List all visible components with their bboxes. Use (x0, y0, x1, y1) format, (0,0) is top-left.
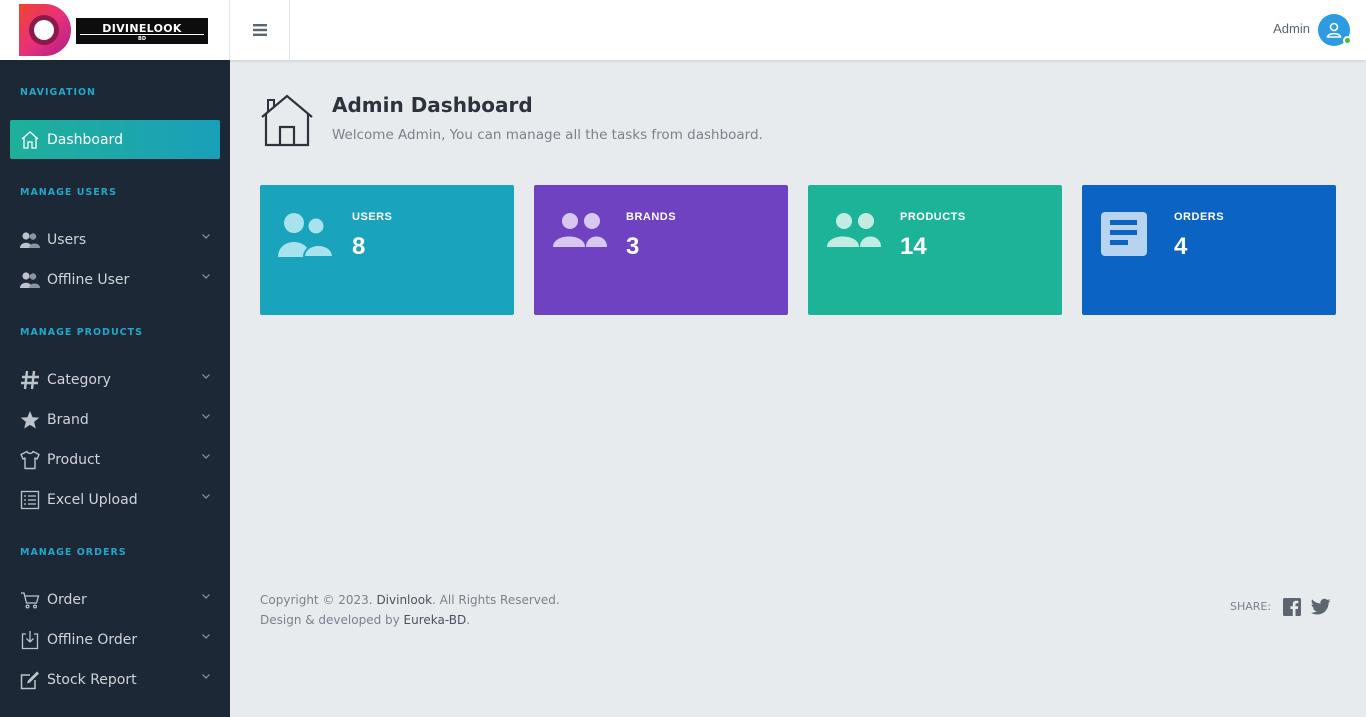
card-value: 3 (626, 233, 640, 260)
chevron-down-icon (202, 494, 210, 499)
menu-toggle-button[interactable] (230, 0, 290, 60)
sidebar: NAVIGATION Dashboard MANAGE USERS Users … (0, 60, 230, 717)
group-icon (553, 213, 607, 247)
logo[interactable]: DIVINELOOK BD (0, 0, 230, 60)
brand-link[interactable]: Divinlook (376, 593, 432, 607)
stat-card-users[interactable]: USERS 8 (260, 185, 514, 315)
sidebar-item-label: Users (47, 231, 87, 248)
edit-icon (20, 670, 42, 690)
share-label: SHARE: (1230, 600, 1272, 613)
copyright-suffix: . All Rights Reserved. (432, 593, 560, 607)
users-icon (20, 230, 42, 250)
nav-heading-manage-orders: MANAGE ORDERS (20, 547, 127, 558)
hamburger-icon (252, 24, 267, 36)
sidebar-item-product[interactable]: Product (10, 440, 220, 479)
logo-wordmark: DIVINELOOK BD (76, 18, 208, 44)
logo-mark-icon (19, 4, 71, 56)
sidebar-item-label: Order (47, 591, 87, 608)
card-label: USERS (352, 211, 393, 223)
users-icon (20, 270, 42, 290)
tshirt-icon (20, 450, 42, 470)
chevron-down-icon (202, 274, 210, 279)
footer-copyright: Copyright © 2023. Divinlook. All Rights … (260, 590, 560, 630)
star-icon (20, 410, 42, 430)
sidebar-item-dashboard[interactable]: Dashboard (10, 120, 220, 159)
sidebar-item-label: Product (47, 451, 101, 468)
facebook-icon[interactable] (1283, 598, 1301, 616)
list-icon (20, 490, 42, 510)
admin-name[interactable]: Admin (1273, 21, 1310, 36)
logo-sub-text: BD (138, 36, 146, 42)
nav-heading-manage-users: MANAGE USERS (20, 187, 117, 198)
nav-heading-manage-products: MANAGE PRODUCTS (20, 327, 143, 338)
sidebar-item-label: Offline User (47, 271, 130, 288)
sidebar-item-label: Stock Report (47, 671, 137, 688)
developer-prefix: Design & developed by (260, 613, 404, 627)
users-icon (278, 213, 334, 258)
user-icon (1326, 22, 1342, 38)
sidebar-item-label: Category (47, 371, 111, 388)
page-subtitle: Welcome Admin, You can manage all the ta… (332, 127, 763, 143)
logo-text: DIVINELOOK (80, 22, 204, 35)
stat-card-orders[interactable]: ORDERS 4 (1082, 185, 1336, 315)
sidebar-item-label: Offline Order (47, 631, 138, 648)
group-icon (827, 213, 881, 247)
sidebar-item-offline-order[interactable]: Offline Order (10, 620, 220, 659)
chevron-down-icon (202, 414, 210, 419)
online-status-dot (1343, 36, 1352, 45)
card-label: PRODUCTS (900, 211, 966, 223)
card-label: ORDERS (1174, 211, 1225, 223)
download-icon (20, 630, 42, 650)
sidebar-item-label: Brand (47, 411, 89, 428)
sidebar-item-excel-upload[interactable]: Excel Upload (10, 480, 220, 519)
sidebar-item-stock-report[interactable]: Stock Report (10, 660, 220, 699)
card-label: BRANDS (626, 211, 677, 223)
cart-icon (20, 590, 42, 610)
hashtag-icon (20, 370, 42, 390)
card-value: 14 (900, 233, 927, 260)
card-value: 4 (1174, 233, 1188, 260)
chevron-down-icon (202, 674, 210, 679)
page-title: Admin Dashboard (332, 93, 533, 117)
developer-suffix: . (466, 613, 471, 627)
card-value: 8 (352, 233, 366, 260)
copyright-text: Copyright © 2023. (260, 593, 377, 607)
chevron-down-icon (202, 634, 210, 639)
home-icon (20, 130, 42, 150)
sidebar-item-label: Excel Upload (47, 491, 138, 508)
nav-heading-navigation: NAVIGATION (20, 87, 96, 98)
sidebar-item-category[interactable]: Category (10, 360, 220, 399)
sidebar-item-users[interactable]: Users (10, 220, 220, 259)
sidebar-item-label: Dashboard (47, 131, 123, 148)
sidebar-item-offline-user[interactable]: Offline User (10, 260, 220, 299)
document-icon (1101, 212, 1147, 256)
chevron-down-icon (202, 234, 210, 239)
developer-link[interactable]: Eureka-BD (404, 613, 467, 627)
top-header: DIVINELOOK BD Admin (0, 0, 1366, 60)
stat-card-products[interactable]: PRODUCTS 14 (808, 185, 1062, 315)
stat-card-brands[interactable]: BRANDS 3 (534, 185, 788, 315)
sidebar-item-brand[interactable]: Brand (10, 400, 220, 439)
avatar[interactable] (1318, 14, 1352, 46)
chevron-down-icon (202, 374, 210, 379)
chevron-down-icon (202, 594, 210, 599)
home-icon (261, 94, 313, 147)
twitter-icon[interactable] (1311, 598, 1331, 616)
chevron-down-icon (202, 454, 210, 459)
sidebar-item-order[interactable]: Order (10, 580, 220, 619)
